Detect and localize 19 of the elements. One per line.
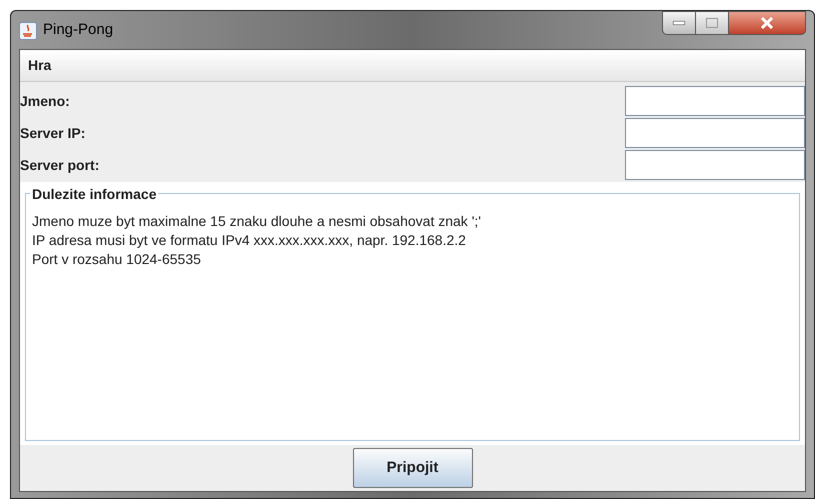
maximize-icon [706, 18, 718, 28]
info-text: IP adresa musi byt ve formatu IPv4 xxx.xxx.xxx.xxx, napr. 192.168.2.2 [32, 231, 467, 250]
connect-button[interactable]: Pripojit [352, 448, 472, 488]
field-label: Jmeno: [20, 92, 71, 110]
close-icon [760, 17, 774, 29]
info-text: Port v rozsahu 1024-65535 [32, 250, 202, 269]
close-button[interactable] [728, 11, 806, 35]
field-label: Server IP: [20, 124, 86, 142]
input-field[interactable] [625, 118, 805, 148]
input-field[interactable] [625, 86, 805, 116]
minimize-button[interactable] [662, 11, 696, 35]
input-field[interactable] [625, 150, 805, 180]
window-title: Ping-Pong [43, 20, 114, 40]
menu-item[interactable]: Hra [24, 55, 56, 76]
info-text: Jmeno muze byt maximalne 15 znaku dlouhe a nesmi obsahovat znak ';' [32, 212, 482, 231]
maximize-button[interactable] [696, 11, 728, 35]
field-label: Server port: [20, 156, 100, 175]
java-cup-icon [19, 22, 37, 40]
minimize-icon [673, 21, 685, 25]
